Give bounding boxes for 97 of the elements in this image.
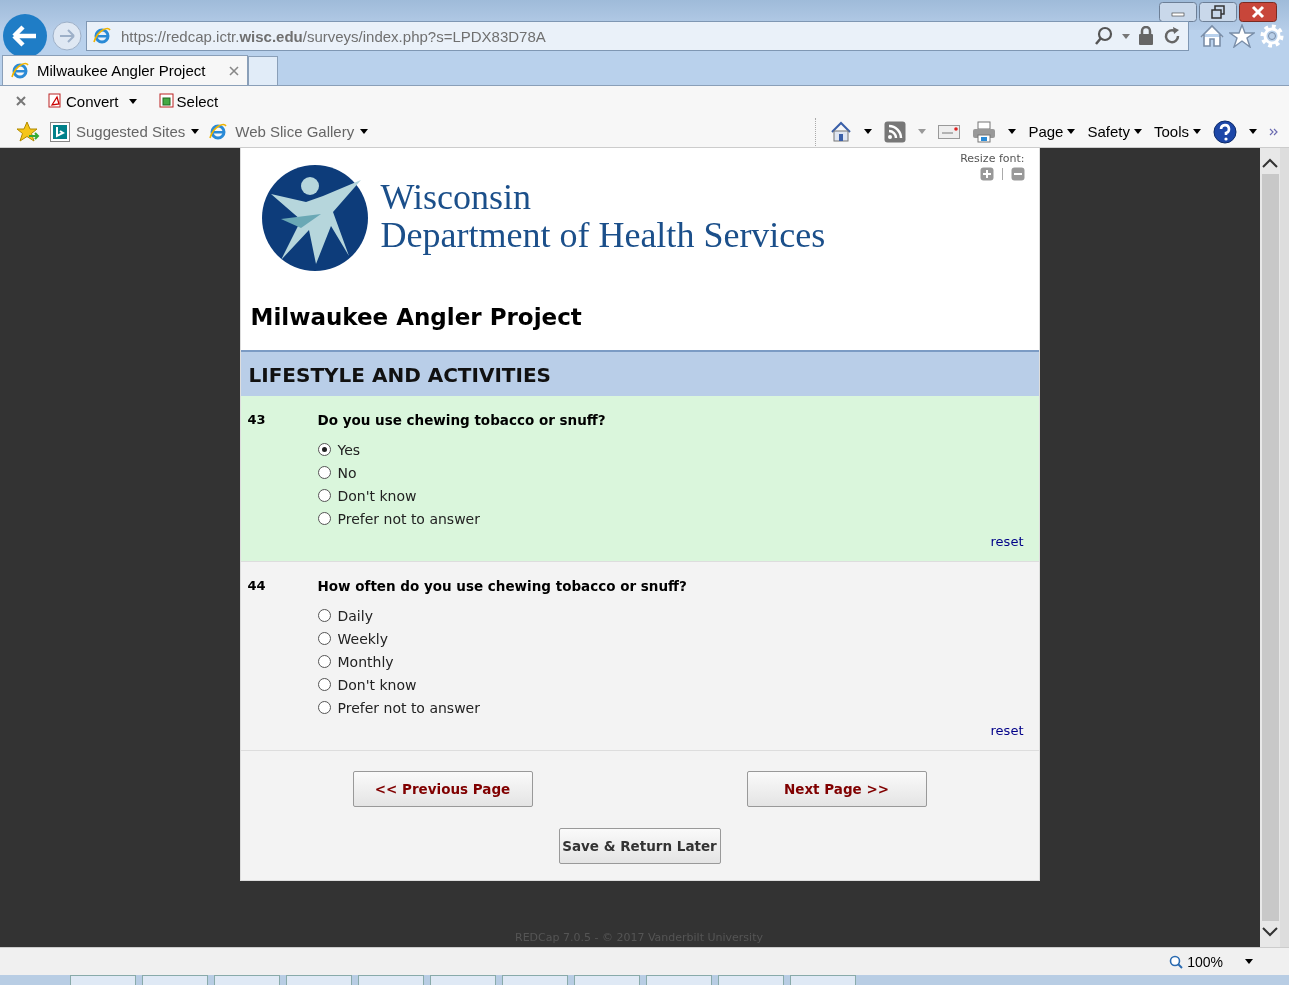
close-icon[interactable]: [1239, 2, 1277, 22]
taskbar-button[interactable]: [358, 975, 424, 985]
radio-button[interactable]: [317, 632, 331, 645]
tab-title: Milwaukee Angler Project: [37, 62, 207, 79]
option-label[interactable]: Don't know: [337, 676, 417, 693]
plus-icon[interactable]: [979, 167, 994, 181]
home-page-icon[interactable]: [830, 120, 853, 143]
option-label[interactable]: Yes: [337, 441, 361, 458]
favorites-link[interactable]: Suggested Sites: [50, 121, 200, 142]
url-text: https://redcap.ictr.wisc.edu/surveys/index.php?s=LPDX83D78A: [121, 27, 546, 45]
taskbar-button[interactable]: [646, 975, 712, 985]
previous-page-button[interactable]: << Previous Page: [352, 771, 533, 807]
radio-button[interactable]: [317, 489, 331, 502]
agency-logo-icon: [260, 164, 369, 272]
close-tab-icon[interactable]: [229, 65, 239, 76]
scroll-down-icon[interactable]: [1262, 927, 1278, 937]
caret-icon: [191, 129, 200, 134]
lock-icon: [1138, 26, 1154, 46]
zoom-icon[interactable]: [1169, 954, 1184, 969]
ie-icon: [209, 122, 230, 141]
toolbar-button[interactable]: Select: [158, 92, 219, 110]
taskbar-button[interactable]: [142, 975, 208, 985]
rss-feed-icon[interactable]: [884, 120, 907, 143]
address-field[interactable]: https://redcap.ictr.wisc.edu/surveys/index.php?s=LPDX83D78A: [86, 21, 1189, 51]
option-label[interactable]: Prefer not to answer: [337, 510, 480, 527]
caret-icon: [1133, 129, 1142, 134]
home-icon[interactable]: [1199, 24, 1225, 48]
save-return-button[interactable]: Save & Return Later: [558, 828, 721, 864]
ie-icon: [93, 27, 113, 45]
scroll-up-icon[interactable]: [1262, 158, 1278, 168]
caret-icon[interactable]: [1249, 129, 1257, 134]
taskbar-button[interactable]: [214, 975, 280, 985]
help-icon[interactable]: [1213, 119, 1237, 144]
agency-name: Wisconsin: [380, 178, 533, 216]
next-page-button[interactable]: Next Page >>: [746, 771, 927, 807]
caret-icon: [1193, 129, 1201, 134]
scrollbar[interactable]: [1260, 148, 1280, 947]
caret-icon[interactable]: [864, 129, 873, 134]
new-tab-button[interactable]: [248, 56, 278, 85]
taskbar-button[interactable]: [790, 975, 856, 985]
question-text: How often do you use chewing tobacco or snuff?: [317, 578, 688, 594]
option-label[interactable]: No: [337, 464, 357, 481]
mail-icon[interactable]: [938, 124, 961, 139]
close-toolbar-icon[interactable]: [16, 96, 26, 106]
taskbar-button[interactable]: [574, 975, 640, 985]
pdf-icon: [48, 93, 64, 109]
agency-name: Department of Health Services: [380, 216, 826, 254]
option-label[interactable]: Monthly: [337, 653, 394, 670]
restore-icon[interactable]: [1199, 2, 1237, 22]
reset-link[interactable]: reset: [990, 534, 1024, 549]
scrollbar-thumb[interactable]: [1261, 174, 1279, 921]
question-number: 44: [247, 578, 267, 595]
taskbar-button[interactable]: [430, 975, 496, 985]
section-header: LIFESTYLE AND ACTIVITIES: [240, 352, 1039, 396]
radio-button[interactable]: [317, 443, 331, 456]
select-icon: [158, 93, 175, 109]
ie-icon: [11, 61, 31, 80]
option-label[interactable]: Prefer not to answer: [337, 699, 480, 716]
search-icon[interactable]: [1094, 26, 1114, 46]
zoom-level[interactable]: 100%: [1187, 953, 1223, 970]
bing-icon: [50, 121, 70, 142]
radio-button[interactable]: [317, 655, 331, 668]
caret-icon[interactable]: [1245, 959, 1253, 964]
radio-button[interactable]: [317, 466, 331, 479]
browser-tab[interactable]: Milwaukee Angler Project: [2, 55, 248, 85]
menu-button[interactable]: Tools: [1153, 123, 1201, 140]
caret-icon: [1067, 129, 1076, 134]
caret-icon[interactable]: [1008, 129, 1017, 134]
question-text: Do you use chewing tobacco or snuff?: [317, 412, 607, 428]
taskbar-button[interactable]: [286, 975, 352, 985]
favorites-link[interactable]: Web Slice Gallery: [209, 122, 369, 141]
radio-button[interactable]: [317, 512, 331, 525]
caret-icon: [128, 98, 137, 104]
radio-button[interactable]: [317, 678, 331, 691]
taskbar-button[interactable]: [718, 975, 784, 985]
taskbar-button[interactable]: [70, 975, 136, 985]
resize-font-label: Resize font:: [960, 152, 1025, 165]
question-number: 43: [247, 412, 267, 429]
reset-link[interactable]: reset: [990, 723, 1024, 738]
star-icon[interactable]: [1229, 24, 1255, 48]
option-label[interactable]: Daily: [337, 607, 373, 624]
radio-button[interactable]: [317, 609, 331, 622]
chevron-icon[interactable]: [1269, 127, 1279, 136]
taskbar-button[interactable]: [502, 975, 568, 985]
option-label[interactable]: Weekly: [337, 630, 389, 647]
menu-button[interactable]: Page: [1028, 123, 1076, 140]
favorites-star-icon[interactable]: [16, 120, 40, 143]
printer-icon[interactable]: [972, 120, 997, 143]
caret-icon: [360, 129, 369, 134]
survey-title: Milwaukee Angler Project: [240, 278, 1039, 352]
minus-icon[interactable]: [1010, 167, 1025, 181]
minimize-icon[interactable]: [1159, 2, 1197, 22]
menu-button[interactable]: Safety: [1087, 123, 1142, 140]
radio-button[interactable]: [317, 701, 331, 714]
refresh-icon[interactable]: [1162, 26, 1182, 46]
option-label[interactable]: Don't know: [337, 487, 417, 504]
toolbar-button[interactable]: Convert: [48, 92, 137, 110]
